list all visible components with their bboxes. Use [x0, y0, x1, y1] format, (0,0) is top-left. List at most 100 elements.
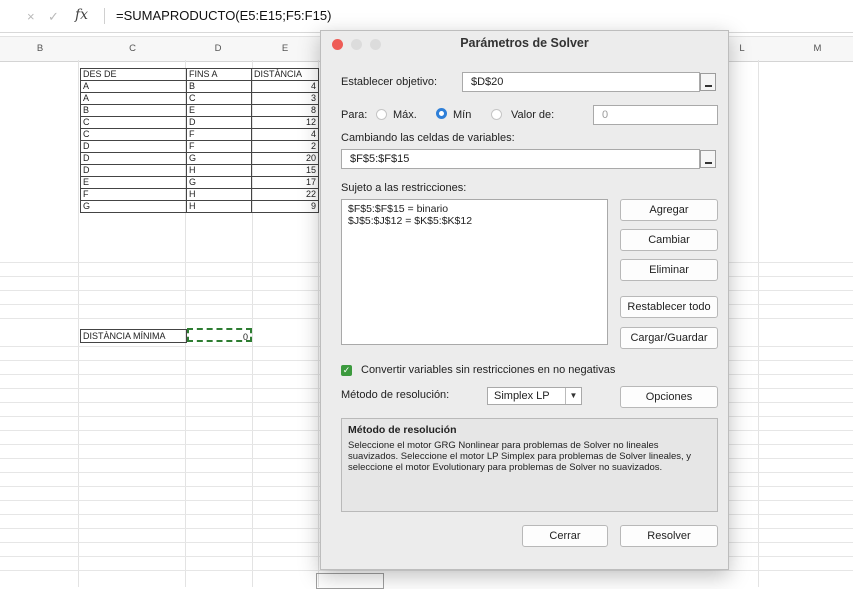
options-button[interactable]: Opciones	[620, 386, 718, 408]
table-row: DF2	[80, 140, 319, 153]
table-cell[interactable]: 8	[251, 104, 319, 117]
table-header-row: DES DE FINS A DISTÀNCIA	[80, 68, 319, 81]
variables-label: Cambiando las celdas de variables:	[341, 132, 515, 144]
value-of-label: Valor de:	[511, 109, 555, 121]
table-cell[interactable]: F	[186, 128, 252, 141]
method-select-value: Simplex LP	[494, 390, 550, 402]
constraint-item[interactable]: $F$5:$F$15 = binario	[348, 203, 601, 215]
table-row: GH9	[80, 200, 319, 213]
column-d-header[interactable]: D	[186, 43, 250, 54]
table-cell[interactable]: B	[186, 80, 252, 93]
table-cell[interactable]: H	[186, 164, 252, 177]
close-button[interactable]: Cerrar	[522, 525, 608, 547]
reset-all-button[interactable]: Restablecer todo	[620, 296, 718, 318]
column-b-header[interactable]: B	[20, 43, 60, 54]
table-cell[interactable]: D	[80, 152, 187, 165]
table-cell[interactable]: G	[80, 200, 187, 213]
formula-separator	[104, 8, 105, 24]
table-cell[interactable]: E	[186, 104, 252, 117]
column-e-header[interactable]: E	[253, 43, 317, 54]
table-header-cell[interactable]: DISTÀNCIA	[251, 68, 319, 81]
confirm-icon[interactable]: ✓	[48, 9, 59, 25]
table-cell[interactable]: 12	[251, 116, 319, 129]
table-cell[interactable]: H	[186, 200, 252, 213]
nonnegative-checkbox[interactable]: ✓	[341, 365, 352, 376]
method-info-title: Método de resolución	[348, 424, 457, 436]
min-distance-value-cell[interactable]: 0	[187, 328, 252, 342]
table-cell[interactable]: C	[80, 128, 187, 141]
table-cell[interactable]: A	[80, 80, 187, 93]
min-distance-label-cell[interactable]: DISTÀNCIA MÍNIMA	[80, 329, 187, 343]
value-of-radio[interactable]	[491, 109, 502, 120]
objective-input[interactable]: $D$20	[462, 72, 700, 92]
table-cell[interactable]: G	[186, 152, 252, 165]
objective-collapse-icon[interactable]	[700, 73, 716, 91]
table-cell[interactable]: 4	[251, 128, 319, 141]
table-cell[interactable]: D	[80, 140, 187, 153]
cancel-icon[interactable]: ×	[27, 9, 35, 24]
table-cell[interactable]: 4	[251, 80, 319, 93]
max-label: Máx.	[393, 109, 417, 121]
method-info-text: Seleccione el motor GRG Nonlinear para p…	[348, 440, 692, 473]
column-c-header[interactable]: C	[80, 43, 185, 54]
table-cell[interactable]: F	[80, 188, 187, 201]
constraints-label: Sujeto a las restricciones:	[341, 182, 467, 194]
method-select[interactable]: Simplex LP ▼	[487, 387, 582, 405]
solve-button[interactable]: Resolver	[620, 525, 718, 547]
distance-table: DES DE FINS A DISTÀNCIA AB4 AC3 BE8 C D 12…	[80, 68, 319, 213]
table-cell[interactable]: 22	[251, 188, 319, 201]
formula-bar: × ✓ fx =SUMAPRODUCTO(E5:E15;F5:F15)	[0, 0, 853, 33]
table-cell[interactable]: E	[80, 176, 187, 189]
load-save-button[interactable]: Cargar/Guardar	[620, 327, 718, 349]
objective-label: Establecer objetivo:	[341, 76, 437, 88]
table-row: D G 20	[80, 152, 319, 165]
max-radio[interactable]	[376, 109, 387, 120]
grid-line	[758, 60, 759, 587]
table-cell[interactable]: 17	[251, 176, 319, 189]
table-cell[interactable]: 2	[251, 140, 319, 153]
add-button[interactable]: Agregar	[620, 199, 718, 221]
table-cell[interactable]: B	[80, 104, 187, 117]
table-row: D H 15	[80, 164, 319, 177]
table-cell[interactable]: D	[80, 164, 187, 177]
delete-button[interactable]: Eliminar	[620, 259, 718, 281]
column-m-header[interactable]: M	[785, 43, 850, 54]
table-row: F H 22	[80, 188, 319, 201]
table-cell[interactable]: C	[80, 116, 187, 129]
table-cell[interactable]: C	[186, 92, 252, 105]
table-cell[interactable]: 15	[251, 164, 319, 177]
table-header-cell[interactable]: DES DE	[80, 68, 187, 81]
to-label: Para:	[341, 109, 368, 121]
table-cell[interactable]: G	[186, 176, 252, 189]
value-of-input[interactable]: 0	[593, 105, 718, 125]
table-cell[interactable]: H	[186, 188, 252, 201]
table-row: AC3	[80, 92, 319, 105]
table-cell[interactable]: F	[186, 140, 252, 153]
variables-collapse-icon[interactable]	[700, 150, 716, 168]
constraints-list[interactable]: $F$5:$F$15 = binario $J$5:$J$12 = $K$5:$…	[341, 199, 608, 345]
table-cell[interactable]: 3	[251, 92, 319, 105]
table-row: AB4	[80, 80, 319, 93]
table-cell[interactable]: A	[80, 92, 187, 105]
table-row: C D 12	[80, 116, 319, 129]
column-l-header[interactable]: L	[727, 43, 757, 54]
table-row: CF4	[80, 128, 319, 141]
fx-icon[interactable]: fx	[75, 7, 88, 23]
table-header-cell[interactable]: FINS A	[186, 68, 252, 81]
table-cell[interactable]: 20	[251, 152, 319, 165]
table-row: E G 17	[80, 176, 319, 189]
constraint-item[interactable]: $J$5:$J$12 = $K$5:$K$12	[348, 215, 601, 227]
table-cell[interactable]: 9	[251, 200, 319, 213]
method-info-box: Método de resolución Seleccione el motor…	[341, 418, 718, 512]
solver-dialog: Parámetros de Solver Establecer objetivo…	[320, 30, 729, 570]
formula-input[interactable]: =SUMAPRODUCTO(E5:E15;F5:F15)	[116, 8, 331, 23]
nonnegative-label: Convertir variables sin restricciones en…	[361, 364, 616, 376]
dialog-title: Parámetros de Solver	[460, 36, 589, 50]
method-label: Método de resolución:	[341, 389, 450, 401]
change-button[interactable]: Cambiar	[620, 229, 718, 251]
grid-line	[0, 570, 853, 571]
table-cell[interactable]: D	[186, 116, 252, 129]
variables-input[interactable]: $F$5:$F$15	[341, 149, 700, 169]
grid-line	[78, 60, 79, 587]
min-radio[interactable]	[436, 108, 447, 119]
